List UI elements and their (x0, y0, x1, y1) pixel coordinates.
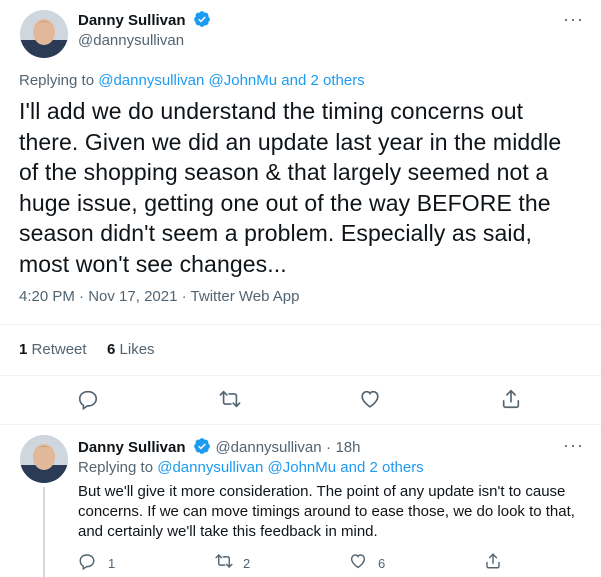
reply-author-handle[interactable]: @dannysullivan (215, 439, 321, 456)
divider (0, 424, 601, 425)
share-icon[interactable] (484, 552, 502, 575)
replying-to-mentions[interactable]: @dannysullivan @JohnMu (98, 72, 277, 89)
share-icon[interactable] (500, 388, 522, 415)
reply-age[interactable]: 18h (335, 439, 360, 456)
reply-text: But we'll give it more consideration. Th… (78, 483, 575, 540)
verified-badge-icon (193, 10, 211, 33)
reply-action-reply[interactable]: 1 (78, 552, 115, 575)
retweet-count: 2 (243, 556, 251, 571)
replying-to-and: and (277, 72, 311, 89)
reply-replying-to: Replying to @dannysullivan @JohnMu and 2… (78, 459, 424, 476)
replying-to-mentions[interactable]: @dannysullivan @JohnMu (157, 459, 336, 476)
tweet-meta: 4:20 PM · Nov 17, 2021 · Twitter Web App (19, 288, 299, 305)
replying-to-and: and (336, 459, 370, 476)
more-icon[interactable]: ··· (563, 436, 584, 454)
replying-to-others[interactable]: 2 others (310, 72, 364, 89)
reply-icon[interactable] (77, 388, 99, 415)
reply-avatar[interactable] (20, 435, 68, 483)
tweet-source[interactable]: Twitter Web App (191, 288, 300, 305)
retweet-icon[interactable] (214, 552, 234, 575)
more-icon[interactable]: ··· (563, 10, 584, 28)
replying-to: Replying to @dannysullivan @JohnMu and 2… (19, 72, 365, 89)
divider (0, 375, 601, 376)
replying-to-label: Replying to (19, 72, 99, 89)
reply-author-name[interactable]: Danny Sullivan (78, 439, 186, 456)
replying-to-label: Replying to (78, 459, 158, 476)
like-stat[interactable]: 6 Likes (107, 341, 155, 358)
reply-count: 1 (108, 556, 116, 571)
like-count: 6 (107, 341, 116, 358)
retweet-stat[interactable]: 1 Retweet (19, 341, 87, 358)
tweet-time[interactable]: 4:20 PM (19, 288, 75, 305)
heart-icon[interactable] (359, 388, 381, 415)
retweet-icon[interactable] (218, 388, 242, 415)
reply-action-like[interactable]: 6 (349, 552, 385, 575)
verified-badge-icon (193, 437, 211, 460)
thread-line (43, 487, 45, 577)
reply-action-retweet[interactable]: 2 (214, 552, 250, 575)
author-handle[interactable]: @dannysullivan (78, 32, 211, 49)
meta-dot: · (79, 288, 85, 305)
replying-to-others[interactable]: 2 others (369, 459, 423, 476)
divider (0, 324, 601, 325)
avatar[interactable] (20, 10, 68, 58)
reply-header: Danny Sullivan @dannysullivan · 18h (78, 437, 361, 460)
retweet-count: 1 (19, 341, 28, 358)
heart-icon[interactable] (349, 552, 367, 575)
like-count: 6 (378, 556, 386, 571)
meta-dot: · (181, 288, 187, 305)
meta-dot: · (326, 439, 332, 456)
reply-icon[interactable] (78, 552, 96, 575)
tweet-date[interactable]: Nov 17, 2021 (88, 288, 177, 305)
like-label: Likes (119, 341, 155, 358)
author-name[interactable]: Danny Sullivan (78, 12, 186, 29)
retweet-label: Retweet (31, 341, 87, 358)
author-block: Danny Sullivan @dannysullivan (78, 10, 211, 49)
tweet-text: I'll add we do understand the timing con… (19, 98, 562, 277)
